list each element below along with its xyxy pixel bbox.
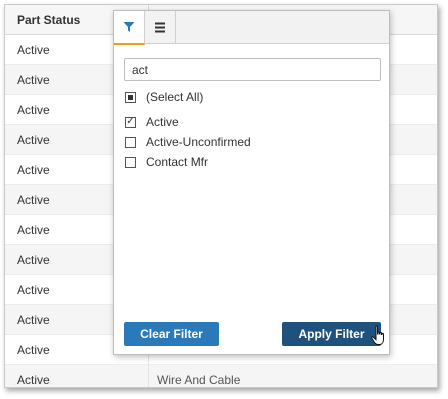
cell-part-status: Active	[5, 365, 149, 387]
cell-other: Wire And Cable	[157, 372, 241, 387]
table-row[interactable]: Active Wire And Cable	[5, 365, 437, 387]
tabs-spacer	[176, 11, 389, 43]
filter-option-contact-mfr[interactable]: Contact Mfr	[125, 155, 208, 169]
columns-tab[interactable]	[145, 11, 176, 44]
menu-icon	[155, 22, 165, 33]
clear-filter-button[interactable]: Clear Filter	[124, 322, 219, 346]
filter-tab[interactable]	[114, 11, 145, 45]
filter-option-active[interactable]: ✓ Active	[125, 115, 179, 129]
option-label-active: Active	[146, 115, 179, 129]
select-all-checkbox[interactable]	[125, 91, 136, 103]
screenshot-frame: Part Status Active Active Active Active Acti…	[4, 4, 438, 388]
option-checkbox-contact-mfr[interactable]	[125, 156, 136, 168]
select-all-label: (Select All)	[146, 90, 204, 104]
filter-icon	[123, 22, 135, 32]
filter-option-active-unconfirmed[interactable]: Active-Unconfirmed	[125, 135, 251, 149]
hand-cursor-icon	[371, 325, 384, 345]
filter-tabs	[114, 11, 389, 45]
select-all-option[interactable]: (Select All)	[125, 90, 203, 104]
option-label-contact-mfr: Contact Mfr	[146, 155, 209, 169]
option-label-active-unconfirmed: Active-Unconfirmed	[146, 135, 251, 149]
option-checkbox-active-unconfirmed[interactable]	[125, 136, 136, 148]
option-checkbox-active[interactable]: ✓	[125, 116, 136, 128]
filter-search-input[interactable]	[124, 58, 381, 81]
apply-filter-button[interactable]: Apply Filter	[282, 322, 381, 346]
filter-popup: (Select All) ✓ Active Active-Unconfirmed…	[113, 10, 390, 355]
